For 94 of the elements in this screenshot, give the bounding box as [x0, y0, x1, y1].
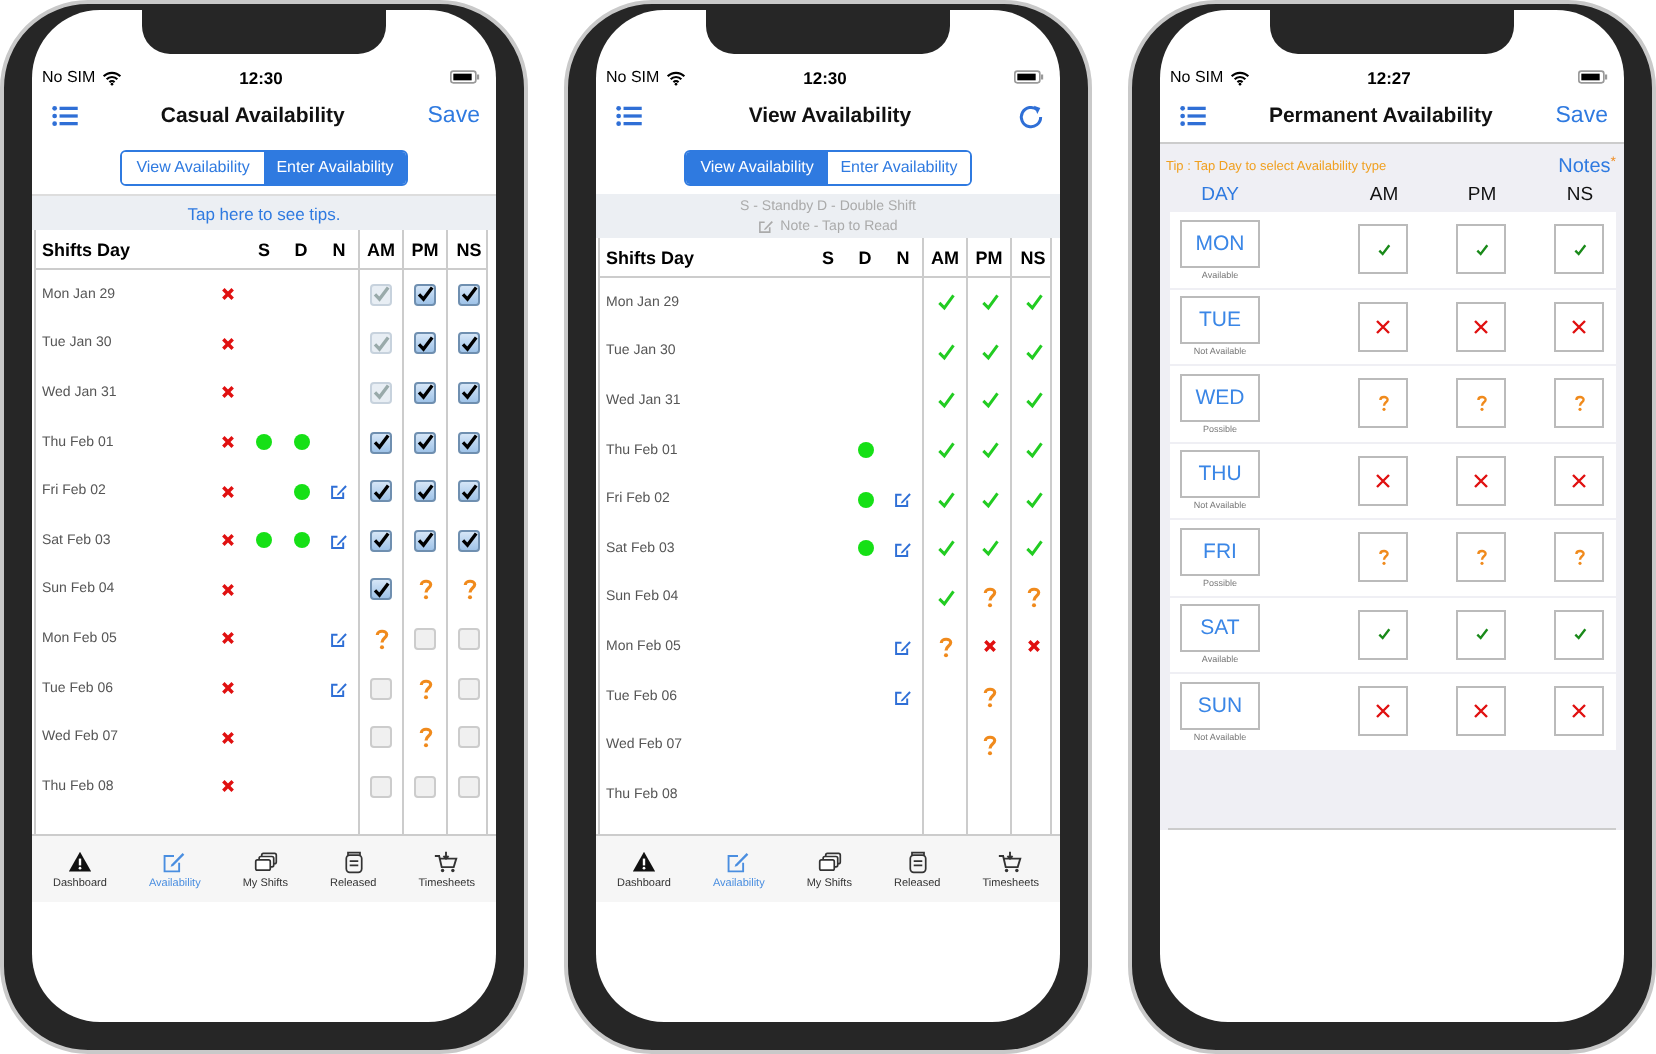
column-header: AM	[1367, 184, 1401, 206]
note-icon[interactable]	[330, 482, 348, 501]
column-header: D	[856, 245, 874, 271]
screen-title: Casual Availability	[160, 104, 345, 128]
status-time: 12:30	[239, 67, 283, 87]
refresh-icon[interactable]	[1017, 103, 1044, 129]
checkbox[interactable]	[370, 578, 392, 601]
checkbox[interactable]	[458, 283, 480, 306]
stacked-cards-icon	[817, 849, 842, 873]
day-button[interactable]: THU	[1180, 450, 1260, 499]
checkbox[interactable]	[458, 381, 480, 404]
day-button[interactable]: FRI	[1180, 527, 1260, 576]
checkbox[interactable]	[414, 283, 436, 306]
save-button[interactable]: Save	[1555, 104, 1608, 128]
column-header: PM	[1465, 184, 1499, 206]
note-icon[interactable]	[894, 687, 912, 706]
cart-icon	[434, 849, 459, 873]
battery-icon	[450, 70, 480, 84]
screen-title: View Availability	[748, 104, 912, 128]
checkbox[interactable]	[414, 381, 436, 404]
note-icon[interactable]	[330, 679, 348, 698]
carrier-label: No SIM	[606, 68, 660, 86]
column-header: NS	[446, 230, 490, 268]
shift-box[interactable]	[1358, 686, 1408, 737]
wifi-icon	[1229, 69, 1250, 85]
column-header: N	[330, 237, 348, 263]
status-time: 12:30	[803, 67, 847, 87]
tips-link[interactable]: Tap here to see tips.	[187, 203, 341, 223]
column-header: Shifts Day	[604, 245, 697, 272]
menu-icon[interactable]	[616, 106, 642, 126]
jar-icon	[905, 849, 930, 873]
warning-icon	[631, 849, 656, 873]
column-header: AM	[358, 230, 402, 268]
note-icon[interactable]	[894, 637, 912, 656]
warning-icon	[67, 849, 92, 873]
menu-icon[interactable]	[52, 106, 78, 126]
column-header: DAY	[1199, 184, 1241, 206]
checkbox[interactable]	[414, 480, 436, 503]
shift-box[interactable]	[1456, 455, 1506, 506]
shift-box[interactable]	[1456, 686, 1506, 737]
shift-box[interactable]	[1554, 686, 1604, 737]
jar-icon	[341, 849, 366, 873]
day-button[interactable]: WED	[1180, 373, 1260, 422]
note-icon[interactable]	[894, 539, 912, 558]
screen-title: Permanent Availability	[1268, 104, 1493, 128]
battery-icon	[1578, 70, 1608, 84]
checkbox[interactable]	[458, 529, 480, 552]
checkbox[interactable]	[414, 529, 436, 552]
wifi-icon	[101, 69, 122, 85]
column-header: N	[894, 245, 912, 271]
shift-box[interactable]	[1358, 455, 1408, 506]
column-header: NS	[1010, 238, 1054, 276]
column-header: S	[819, 245, 836, 271]
checkbox[interactable]	[414, 431, 436, 454]
edit-icon	[162, 849, 187, 873]
column-header: AM	[922, 238, 966, 276]
save-button[interactable]: Save	[427, 104, 480, 128]
day-button[interactable]: SAT	[1180, 604, 1260, 653]
checkbox[interactable]	[458, 431, 480, 454]
column-header: PM	[402, 230, 446, 268]
carrier-label: No SIM	[42, 68, 96, 86]
battery-icon	[1014, 70, 1044, 84]
checkbox[interactable]	[370, 431, 392, 454]
cart-icon	[998, 849, 1023, 873]
checkbox[interactable]	[458, 332, 480, 355]
wifi-icon	[665, 69, 686, 85]
day-button[interactable]: SUN	[1180, 681, 1260, 730]
column-header: PM	[966, 238, 1010, 276]
checkbox[interactable]	[458, 480, 480, 503]
day-button[interactable]: MON	[1180, 219, 1260, 268]
note-icon[interactable]	[330, 629, 348, 648]
shift-box[interactable]	[1554, 301, 1604, 352]
checkbox[interactable]	[370, 480, 392, 503]
checkbox[interactable]	[370, 529, 392, 552]
notes-link[interactable]: Notes$^{*}$	[1558, 156, 1616, 178]
segment-tab[interactable]: View Availability	[686, 152, 828, 184]
stacked-cards-icon	[253, 849, 278, 873]
note-icon	[758, 218, 775, 234]
shift-box[interactable]	[1554, 455, 1604, 506]
column-header: NS	[1564, 184, 1596, 206]
carrier-label: No SIM	[1170, 68, 1224, 86]
column-header: Shifts Day	[40, 237, 133, 264]
note-icon[interactable]	[894, 490, 912, 509]
shift-box[interactable]	[1456, 301, 1506, 352]
note-icon[interactable]	[330, 531, 348, 550]
column-header: D	[292, 237, 310, 263]
menu-icon[interactable]	[1180, 106, 1206, 126]
day-button[interactable]: TUE	[1180, 296, 1260, 345]
column-header: S	[255, 237, 272, 263]
shift-box[interactable]	[1358, 301, 1408, 352]
edit-icon	[726, 849, 751, 873]
checkbox[interactable]	[414, 332, 436, 355]
status-time: 12:27	[1367, 67, 1411, 87]
segment-tab[interactable]: Enter Availability	[264, 152, 406, 184]
